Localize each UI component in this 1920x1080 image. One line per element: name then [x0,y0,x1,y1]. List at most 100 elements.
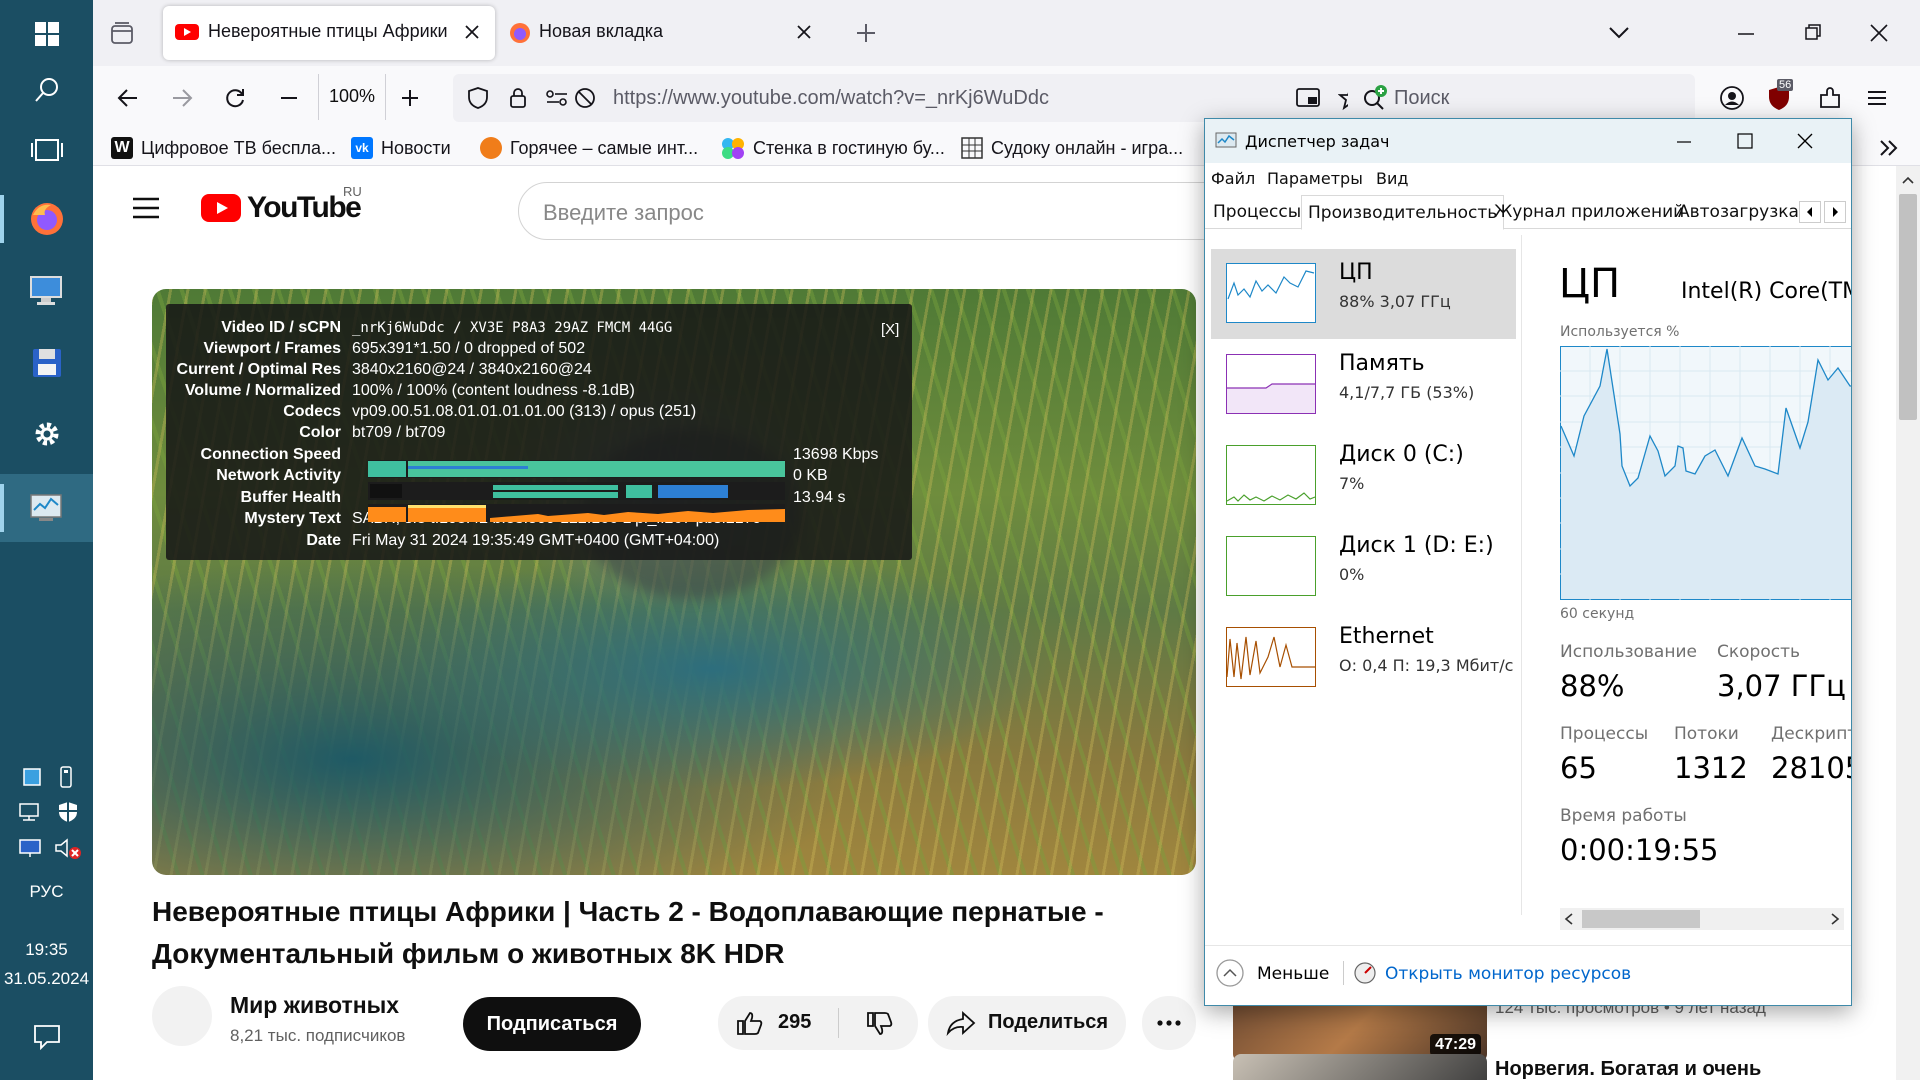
resource-ethernet[interactable]: Ethernet О: 0,4 П: 19,3 Мбит/с [1211,613,1516,703]
resource-disk-1[interactable]: Диск 1 (D: E:) 0% [1211,522,1516,612]
menu-options[interactable]: Параметры [1267,169,1363,188]
stats-value: 0 KB [793,466,828,484]
more-bookmarks-chevron-icon[interactable] [1878,138,1900,158]
notification-center-icon[interactable] [33,1024,61,1050]
bookmark-item[interactable]: W Цифровое ТВ бесплa... [111,135,336,161]
scroll-right-icon[interactable] [1830,913,1840,925]
resource-cpu[interactable]: ЦП 88% 3,07 ГГц [1211,249,1516,339]
scrollbar-thumb[interactable] [1582,910,1700,928]
url-text[interactable]: https://www.youtube.com/watch?v=_nrKj6Wu… [613,87,1049,110]
maximize-icon[interactable] [1736,132,1754,150]
stats-close-button[interactable]: [X] [881,321,899,338]
forward-arrow-icon[interactable] [170,86,194,110]
recommended-thumbnail[interactable] [1233,1054,1487,1080]
lock-icon[interactable] [508,86,528,110]
open-resource-monitor-link[interactable]: Открыть монитор ресурсов [1385,964,1631,984]
search-bar[interactable]: Поиск [1348,74,1695,122]
taskbar-task-manager[interactable] [0,474,93,542]
share-button[interactable]: Поделиться [928,996,1126,1050]
page-scrollbar[interactable] [1896,166,1920,1080]
cpu-model: Intel(R) Core(TM [1681,279,1852,304]
account-icon[interactable] [1719,85,1745,111]
scroll-left-icon[interactable] [1564,913,1574,925]
tab-youtube[interactable]: Невероятные птицы Африки | [163,6,495,60]
reload-icon[interactable] [223,86,247,110]
taskbar-firefox[interactable] [0,185,93,253]
list-all-tabs-icon[interactable] [1607,22,1631,42]
scrollbar-thumb[interactable] [1899,194,1917,420]
autoplay-blocked-icon[interactable] [573,86,597,110]
tab-processes[interactable]: Процессы [1207,195,1307,229]
permissions-icon[interactable] [545,88,569,108]
close-tab-icon[interactable] [795,23,813,41]
tab-new-tab[interactable]: Новая вкладка [501,6,821,60]
detail-horizontal-scrollbar[interactable] [1560,908,1844,930]
guide-menu-icon[interactable] [131,196,161,220]
tabs-scroll-right-icon[interactable] [1824,201,1846,223]
defender-shield-icon[interactable] [56,800,80,824]
like-button[interactable]: 295 [718,996,838,1050]
bookmark-label: Горячее – самые инт... [510,137,699,158]
task-manager-app-icon [1215,132,1237,148]
zoom-in-icon[interactable] [398,86,422,110]
taskbar-settings[interactable] [0,400,93,468]
video-player[interactable]: Video ID / sCPN _nrKj6WuDdc / XV3E P8A3 2… [152,289,1196,875]
tab-startup[interactable]: Автозагрузка [1672,195,1805,229]
minimize-window-icon[interactable] [1736,24,1756,44]
scroll-up-icon[interactable] [1902,176,1914,184]
bookmark-item[interactable]: Стенка в гостиную бу... [721,135,945,161]
tabs-scroll-left-icon[interactable] [1799,201,1821,223]
tracking-protection-shield-icon[interactable] [467,86,489,110]
share-arrow-icon [946,1010,976,1036]
thumbs-up-icon [737,1012,763,1035]
minimize-icon[interactable] [1675,133,1693,151]
extensions-puzzle-icon[interactable] [1817,85,1843,111]
subscribe-button[interactable]: Подписаться [463,997,641,1051]
url-bar[interactable]: https://www.youtube.com/watch?v=_nrKj6Wu… [453,74,1389,122]
channel-avatar[interactable] [152,986,212,1046]
resource-memory[interactable]: Память 4,1/7,7 ГБ (53%) [1211,340,1516,430]
resource-disk-0[interactable]: Диск 0 (C:) 7% [1211,431,1516,521]
bookmark-item[interactable]: Горячее – самые инт... [480,135,698,161]
restore-window-icon[interactable] [1803,22,1823,42]
bookmark-item[interactable]: vk Новости [351,135,451,161]
youtube-search-box[interactable]: Введите запрос [518,182,1278,240]
recommended-title[interactable]: Норвегия. Богатая и очень [1495,1058,1761,1080]
stats-key: Volume / Normalized [184,381,341,399]
stats-row: Color bt709 / bt709 [166,422,445,443]
input-language[interactable]: РУС [0,882,93,902]
task-view-button[interactable] [0,116,93,184]
clock-time[interactable]: 19:35 [0,940,93,960]
back-arrow-icon[interactable] [116,86,140,110]
clock-date[interactable]: 31.05.2024 [0,969,93,989]
tab-performance[interactable]: Производительность [1301,195,1505,230]
stats-row: Codecs vp09.00.51.08.01.01.01.01.00 (313)… [166,401,696,422]
channel-name[interactable]: Мир животных [230,992,399,1019]
firefox-view-icon[interactable] [109,20,135,46]
ublock-extension-button[interactable]: 56 [1766,79,1794,111]
more-actions-button[interactable] [1142,996,1196,1050]
cpu-usage-graph [1560,346,1851,600]
close-icon[interactable] [1796,132,1814,150]
display-warning-icon[interactable] [18,838,44,858]
picture-in-picture-icon[interactable] [1295,86,1321,110]
volume-muted-icon[interactable] [54,836,82,860]
disk1-mini-graph [1226,536,1316,596]
close-tab-icon[interactable] [463,23,481,41]
hamburger-menu-icon[interactable] [1865,86,1889,110]
taskbar-remote-desktop[interactable] [0,256,93,324]
zoom-level[interactable]: 100% [329,86,375,107]
sudoku-grid-favicon-icon [961,137,983,159]
new-tab-icon[interactable] [854,21,878,45]
zoom-out-icon[interactable] [277,86,301,110]
thumbs-down-icon[interactable] [866,1011,894,1037]
menu-file[interactable]: Файл [1211,169,1255,188]
tab-app-history[interactable]: Журнал приложений [1488,195,1690,229]
taskbar-save-app[interactable] [0,329,93,397]
network-icon[interactable] [18,802,44,822]
task-manager-title-bar[interactable]: Диспетчер задач [1205,119,1851,163]
search-button[interactable] [0,56,93,124]
bookmark-item[interactable]: Судоку онлайн - игра... [961,135,1183,161]
close-window-icon[interactable] [1868,22,1890,44]
menu-view[interactable]: Вид [1376,169,1408,188]
